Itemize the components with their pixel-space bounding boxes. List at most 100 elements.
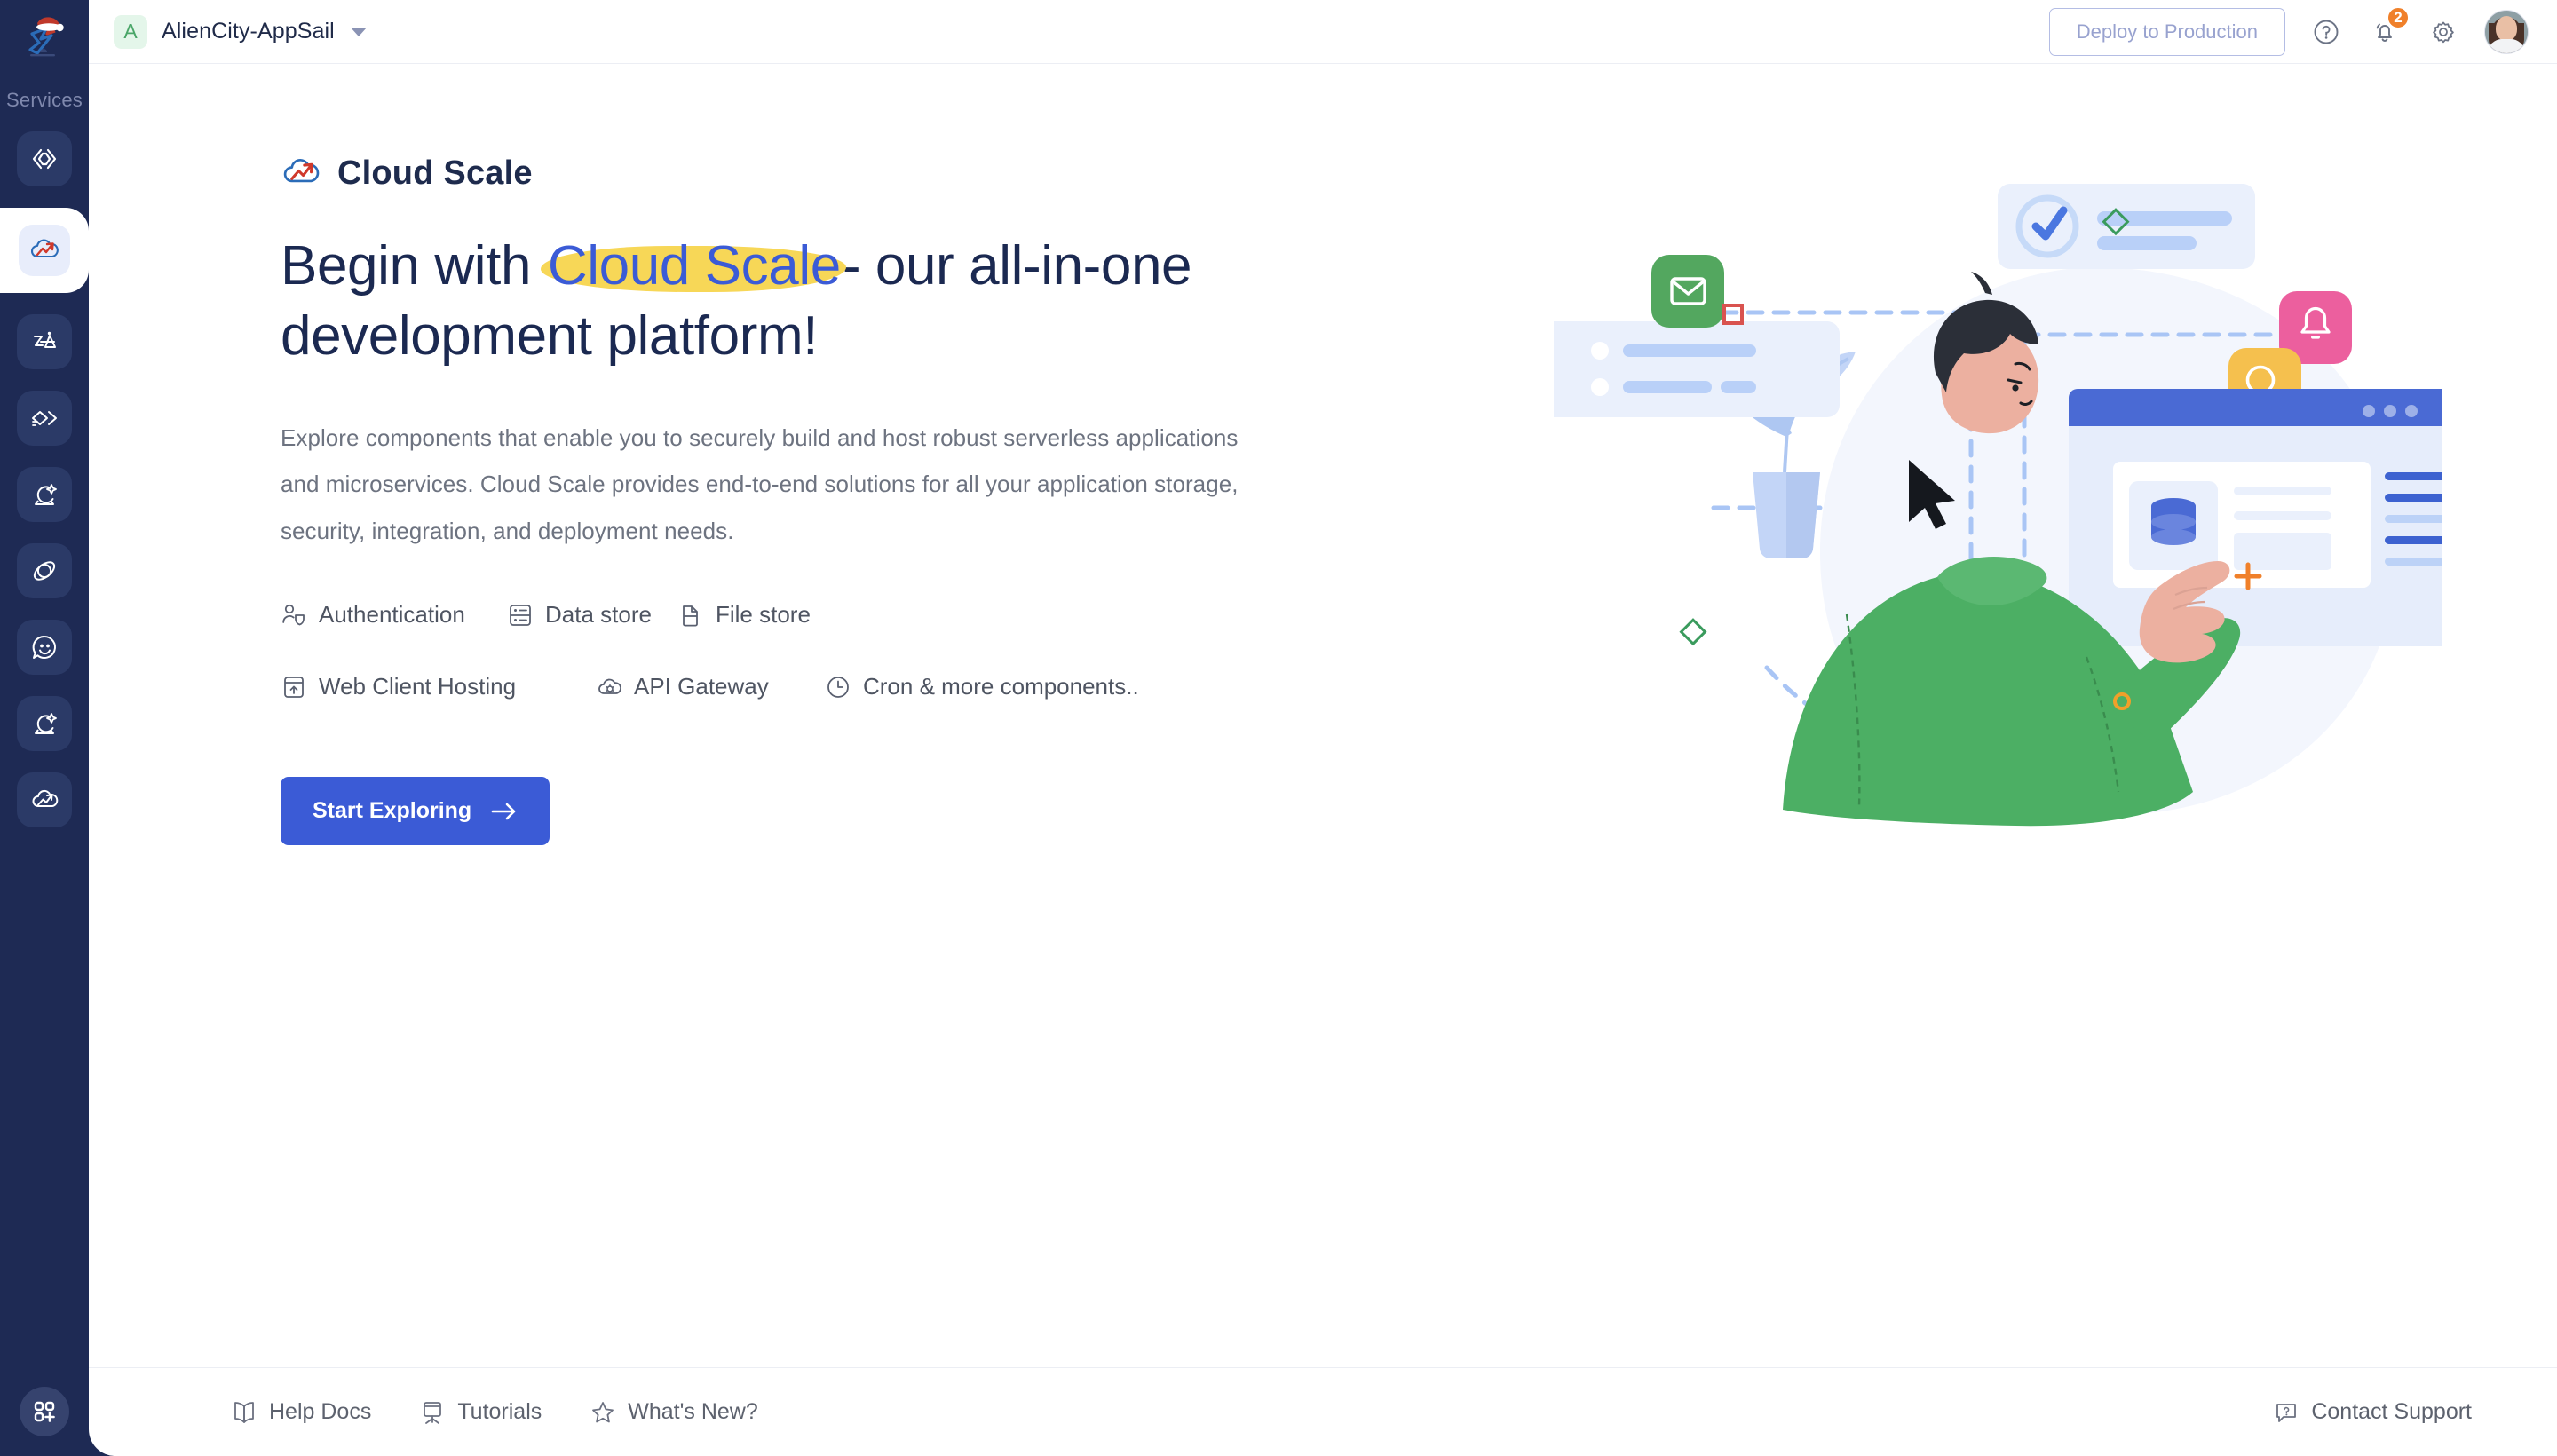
feature-label: Data store [545, 601, 652, 629]
easel-icon [424, 1401, 442, 1424]
notifications-button[interactable]: 2 [2367, 5, 2410, 50]
top-header: A AlienCity-AppSail Deploy to Production [89, 0, 2557, 64]
browser-window [2069, 389, 2442, 646]
cloud-scale-icon [30, 239, 59, 258]
footer-link-label: Tutorials [457, 1399, 542, 1424]
project-name: AlienCity-AppSail [162, 19, 335, 44]
clock-icon [827, 676, 849, 698]
api-gateway-cloud-icon [598, 678, 621, 694]
sidebar-active-indicator [0, 185, 89, 316]
chevron-down-icon[interactable] [350, 27, 367, 36]
app-logo[interactable] [0, 0, 89, 82]
apps-grid-plus-icon [34, 1401, 55, 1422]
zia-ai-icon [34, 331, 56, 348]
book-icon [234, 1401, 254, 1423]
sidebar-item-code[interactable] [17, 131, 72, 186]
sidebar-item-orbit[interactable] [17, 543, 72, 598]
gear-icon [2433, 21, 2454, 43]
app-root: Services A AlienCity-AppSail Deploy to P… [0, 0, 2557, 1456]
feature-file-store[interactable]: File store [677, 601, 811, 629]
cloud-scale-icon [283, 159, 320, 183]
project-selector[interactable]: A AlienCity-AppSail [114, 14, 367, 49]
footer-right: Contact Support [2273, 1399, 2472, 1426]
sidebar-section-label: Services [6, 89, 83, 111]
sidebar-item-cloud-scale[interactable] [19, 225, 70, 276]
code-brackets-icon [32, 148, 57, 170]
sidebar-item-quickml[interactable] [17, 391, 72, 446]
main-area: A AlienCity-AppSail Deploy to Production [89, 0, 2557, 1456]
headline-before: Begin with [281, 235, 546, 297]
cloud-scale-illustration [1554, 184, 2442, 827]
footer-tutorials[interactable]: Tutorials [419, 1399, 542, 1426]
page-content: Cloud Scale Begin with Cloud Scale- our … [89, 64, 2557, 1367]
feature-row-2: Web Client Hosting API Gateway Cron & mo… [281, 673, 1328, 700]
database-rows-icon [510, 604, 531, 626]
decorative-green-diamond-2 [1679, 618, 1707, 646]
headline-highlight: Cloud Scale [540, 235, 846, 297]
footer-links: Help Docs Tutorials What's New? [231, 1399, 758, 1426]
footer-link-label: Help Docs [269, 1399, 372, 1424]
crystal-ball-icon-2 [35, 713, 57, 734]
footer-help-docs[interactable]: Help Docs [231, 1399, 371, 1426]
crystal-ball-icon [35, 484, 57, 505]
sidebar-item-zia[interactable] [17, 314, 72, 369]
feature-label: Cron & more components.. [863, 673, 1139, 700]
brand-row: Cloud Scale [281, 153, 1328, 194]
feature-label: API Gateway [634, 673, 769, 700]
feature-api-gateway[interactable]: API Gateway [596, 673, 825, 700]
headline-highlight-text: Cloud Scale [547, 235, 841, 297]
footer-bar: Help Docs Tutorials What's New? Contact … [89, 1367, 2557, 1456]
file-store-icon [683, 605, 698, 627]
deploy-to-production-button[interactable]: Deploy to Production [2048, 7, 2285, 56]
cloud-growth-icon [32, 789, 59, 807]
feature-web-client-hosting[interactable]: Web Client Hosting [281, 673, 596, 700]
feature-data-store[interactable]: Data store [507, 601, 677, 629]
chat-smiley-icon [32, 635, 56, 659]
feature-label: File store [716, 601, 811, 629]
page-title: Cloud Scale [337, 154, 533, 192]
list-card [1554, 321, 1840, 417]
footer-link-label: What's New? [628, 1399, 758, 1424]
user-shield-icon [282, 604, 305, 625]
feature-cron[interactable]: Cron & more components.. [825, 673, 1139, 700]
footer-contact-support[interactable]: Contact Support [2273, 1399, 2472, 1426]
orbit-icon [33, 561, 56, 581]
notification-count-badge: 2 [2387, 5, 2410, 29]
sidebar-item-chat[interactable] [17, 620, 72, 675]
settings-button[interactable] [2426, 14, 2461, 50]
user-avatar[interactable] [2484, 9, 2529, 54]
sidebar-item-crystal-ball-2[interactable] [17, 696, 72, 751]
footer-whats-new[interactable]: What's New? [590, 1399, 758, 1426]
project-initial-badge: A [114, 14, 147, 49]
help-button[interactable] [2308, 14, 2344, 50]
footer-link-label: Contact Support [2311, 1399, 2472, 1424]
feature-authentication[interactable]: Authentication [281, 601, 507, 629]
hero-body-text: Explore components that enable you to se… [281, 423, 1239, 545]
check-card [1998, 184, 2255, 269]
arrow-right-icon [491, 803, 516, 819]
cta-label: Start Exploring [313, 798, 472, 824]
start-exploring-button[interactable]: Start Exploring [281, 777, 550, 846]
feature-label: Web Client Hosting [319, 673, 517, 700]
sidebar: Services [0, 0, 89, 1456]
sidebar-nav [0, 131, 89, 827]
feature-row-1: Authentication Data store File store [281, 601, 1328, 629]
star-icon [592, 1401, 614, 1422]
sidebar-item-crystal-ball[interactable] [17, 467, 72, 522]
feature-label: Authentication [319, 601, 465, 629]
hero-headline: Begin with Cloud Scale- our all-in-one d… [281, 231, 1248, 372]
page-corner-mask [89, 1429, 115, 1456]
sidebar-item-cloud-growth[interactable] [17, 772, 72, 827]
apps-grid-button[interactable] [20, 1387, 69, 1436]
quickml-icon [32, 411, 57, 426]
sidebar-item-cloud-scale-wrapper [0, 185, 89, 316]
question-chat-icon [2276, 1403, 2297, 1422]
sidebar-apps-launcher[interactable] [0, 1367, 89, 1456]
feature-list: Authentication Data store File store Web… [281, 601, 1328, 700]
header-actions: Deploy to Production 2 [2048, 5, 2529, 56]
mail-tile [1651, 255, 1724, 328]
catalyst-logo-santa-hat-icon [28, 17, 64, 57]
hero-section: Cloud Scale Begin with Cloud Scale- our … [281, 153, 1328, 846]
web-hosting-upload-icon [284, 676, 304, 698]
help-circle-icon [2314, 20, 2339, 44]
